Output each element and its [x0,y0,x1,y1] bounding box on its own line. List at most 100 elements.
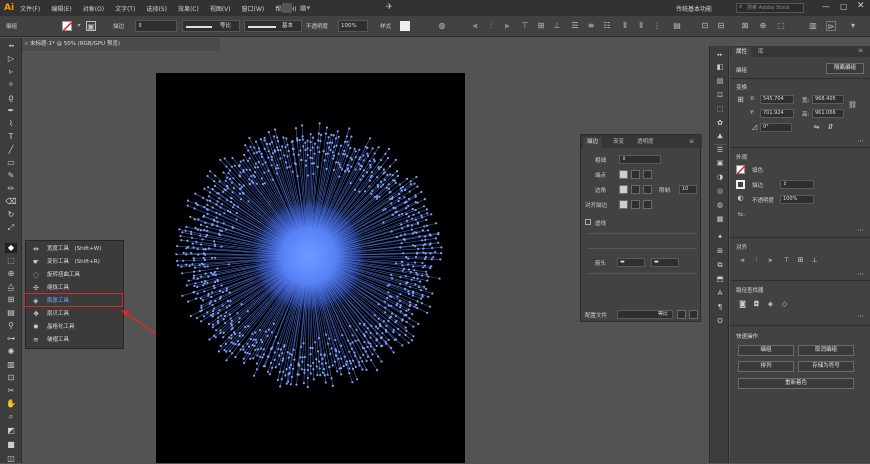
width-tool-icon[interactable]: ◆ [5,243,17,253]
projecting-cap-button[interactable] [643,170,652,179]
align-top-icon[interactable]: ⊤ [782,256,791,265]
selection-tool-icon[interactable]: ▷ [5,54,17,64]
brushes-icon[interactable]: ✦ [714,232,726,242]
panel-collapse-icon[interactable]: ◂◂ [5,41,17,51]
transparency-icon[interactable]: ◑ [714,172,726,182]
align-hcenter-icon[interactable]: ⫶ [752,256,761,265]
menu-view[interactable]: 视图(V) [210,4,231,13]
dashed-checkbox[interactable] [585,219,591,225]
fx-button[interactable]: fx. [738,212,745,218]
align-middle-icon[interactable]: ⊞ [536,21,546,31]
ungroup-button[interactable]: 取消编组 [798,345,854,356]
exclude-icon[interactable]: ◇ [780,300,789,309]
chevron-down-icon[interactable]: ▾ [74,21,84,31]
align-right-icon[interactable]: ⫸ [766,256,775,265]
more-options-icon[interactable]: ⋯ [856,270,865,279]
flip-across-button[interactable] [689,310,698,319]
symbol-sprayer-icon[interactable]: ✺ [5,347,17,357]
flyout-item-warp-tool[interactable]: ☛ 变形工具 (Shift+R) [26,256,125,269]
mesh-tool-icon[interactable]: ⊞ [5,295,17,305]
stroke-weight-input[interactable]: ⇕ [135,20,177,32]
layers-icon[interactable]: ◧ [714,62,726,72]
arrange-button[interactable]: 排列 [738,361,794,372]
height-input[interactable]: 961.066 [812,109,844,118]
fill-swatch[interactable] [62,21,73,32]
intersect-icon[interactable]: ◈ [766,300,775,309]
align-top-icon[interactable]: ⊤ [520,21,530,31]
menu-effect[interactable]: 效果(C) [178,4,199,13]
transform-panel-icon[interactable]: ⬒ [714,274,726,284]
distribute-left-icon[interactable]: ⦀ [620,21,630,31]
panel-menu-icon[interactable]: ≡ [689,138,694,145]
stroke-weight-input[interactable]: ⇕ [780,180,814,189]
fill-stroke-icon[interactable]: ◩ [5,426,17,436]
close-icon[interactable]: ✕ [857,1,865,11]
menu-file[interactable]: 文件(F) [20,4,40,13]
butt-cap-button[interactable] [619,170,628,179]
fill-swatch[interactable] [736,165,746,175]
workspace-switcher[interactable]: 传统基本功能 [676,4,712,13]
transform-icon[interactable]: ⊠ [740,21,750,31]
save-as-symbol-button[interactable]: 存储为符号 [798,361,854,372]
x-input[interactable]: 545.704 [760,95,794,104]
rotate-tool-icon[interactable]: ↻ [5,210,17,220]
stock-search-input[interactable]: 搜索 Adobe Stock [736,3,804,13]
align-left-icon[interactable]: ⫷ [738,256,747,265]
stroke-swatch[interactable] [736,180,745,189]
distribute-top-icon[interactable]: ☰ [570,21,580,31]
align-bottom-icon[interactable]: ⊥ [810,256,819,265]
burst-artwork[interactable] [156,73,465,463]
shape-icon[interactable]: ⬚ [776,21,786,31]
character-icon[interactable]: A [714,288,726,298]
reference-point-icon[interactable]: ⊕ [758,21,768,31]
paragraph-icon[interactable]: ¶ [714,302,726,312]
libraries-icon[interactable]: ▤ [714,76,726,86]
more-options-icon[interactable]: ⋯ [856,137,865,146]
tab-gradient[interactable]: 渐变 [609,137,628,148]
arrange-icon[interactable]: ▥ [808,21,818,31]
distribute-middle-icon[interactable]: ≡ [586,21,596,31]
menu-type[interactable]: 文字(T) [115,4,135,13]
minus-front-icon[interactable]: ◘ [752,300,761,309]
align-panel-icon[interactable]: ⊞ [714,246,726,256]
recolor-icon[interactable]: ◍ [437,21,447,31]
maximize-icon[interactable]: ▢ [840,2,848,11]
opacity-input[interactable]: 100% [338,20,368,32]
lasso-icon[interactable]: ϱ [5,93,17,103]
bridge-icon[interactable] [282,3,292,13]
symbols-icon[interactable]: ✿ [714,118,726,128]
angle-input[interactable]: 0° [760,123,792,132]
align-bottom-icon[interactable]: ⊥ [552,21,562,31]
document-tab[interactable]: × 未标题-1* @ 50% (RGB/GPU 预览) [22,38,220,51]
flyout-item-width-tool[interactable]: ⇹ 宽度工具 (Shift+W) [26,243,125,256]
distribute-bottom-icon[interactable]: ☷ [602,21,612,31]
distribute-right-icon[interactable]: ⋮ [652,21,662,31]
eyedropper-icon[interactable]: ⚲ [5,321,17,331]
panel-menu-icon[interactable]: ≡ [858,47,863,54]
swatches-icon[interactable]: ▦ [714,214,726,224]
limit-input[interactable]: 10 [679,185,697,194]
assets-icon[interactable]: ⬚ [714,104,726,114]
color-icon[interactable]: ◍ [714,200,726,210]
align-right-icon[interactable]: ⫸ [502,21,512,31]
unite-icon[interactable]: ◙ [738,300,747,309]
collapse-icon[interactable]: ▸▸ [714,50,726,60]
more-options-icon[interactable]: ⋯ [856,312,865,321]
isolate-group-button[interactable]: 隔离编组 [826,63,864,74]
flyout-item-scallop-tool[interactable]: ❖ 扇贝工具 [26,308,125,321]
opacity-label[interactable]: 不透明度 [306,22,328,30]
flip-horizontal-icon[interactable]: ⇋ [812,123,821,132]
align-center-stroke-button[interactable] [619,200,628,209]
send-icon[interactable]: ✈ [386,2,393,11]
hand-tool-icon[interactable]: ✋ [5,399,17,409]
type-tool-icon[interactable]: T [5,132,17,142]
start-arrowhead-select[interactable]: ▬ [617,258,645,267]
edit-group-icon[interactable]: ⊟ [716,21,726,31]
tab-properties[interactable]: 属性 [732,47,752,57]
perspective-grid-icon[interactable]: ⧋ [5,282,17,292]
graphic-styles-icon[interactable]: ♣ [714,132,726,142]
artboard-tool-icon[interactable]: ⊡ [5,373,17,383]
paintbrush-icon[interactable]: ✎ [5,171,17,181]
opentype-icon[interactable]: O [714,316,726,326]
menu-window[interactable]: 窗口(W) [242,4,265,13]
